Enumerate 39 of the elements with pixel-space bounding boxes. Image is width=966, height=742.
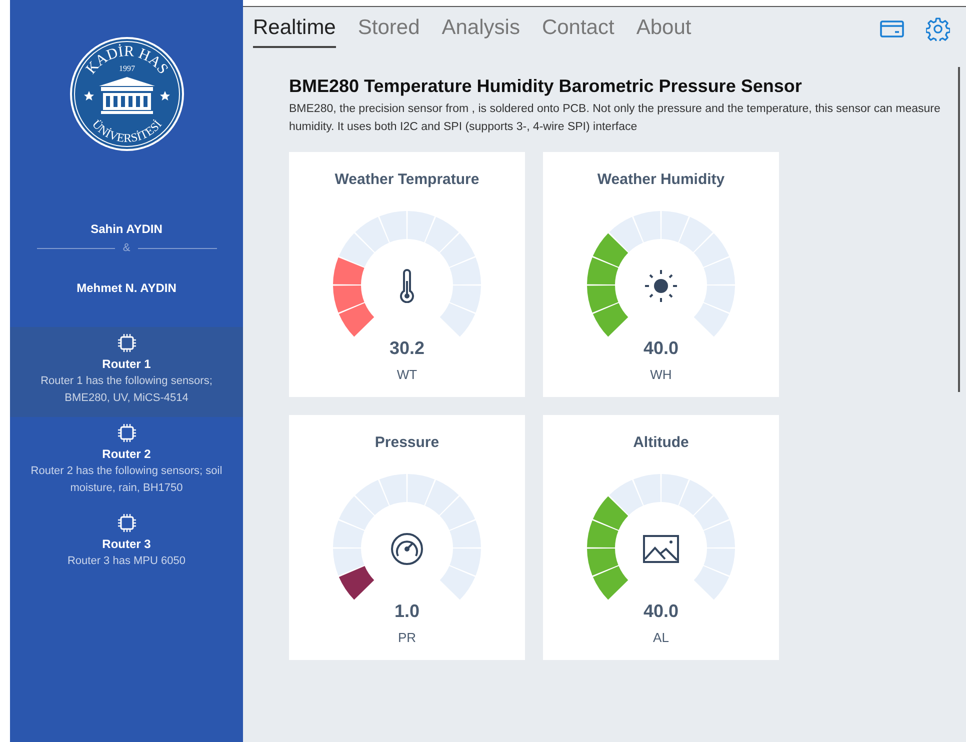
gauge-unit: WH [650, 366, 672, 384]
thermometer-icon [399, 268, 415, 302]
gauge-icon [390, 532, 424, 566]
gauge-title: Pressure [374, 432, 440, 452]
sun-icon [644, 268, 678, 302]
gauge-unit: AL [653, 628, 669, 646]
router-name: Router 3 [102, 536, 151, 552]
gauge-value: 40.0 [643, 336, 679, 360]
gauge-title: Weather Temprature [334, 170, 480, 190]
router-description: Router 2 has the following sensors; soil moisture, rain, BH1750 [30, 464, 224, 496]
chip-icon [116, 332, 136, 352]
ampersand: & [122, 241, 130, 256]
scrollbar[interactable] [958, 67, 960, 392]
gauge-title: Weather Humidity [597, 170, 725, 190]
chip-icon [116, 512, 136, 532]
router-item[interactable]: Router 1 Router 1 has the following sensors; BME280, UV, MiCS-4514 [10, 326, 243, 416]
nav-tab[interactable]: Contact [542, 12, 614, 48]
gauge-title: Altitude [633, 432, 689, 452]
author-name: Sahin AYDIN [90, 221, 162, 238]
router-description: Router 3 has MPU 6050 [66, 554, 186, 568]
router-name: Router 1 [102, 356, 151, 372]
card-icon[interactable] [880, 20, 904, 38]
gauge-unit: PR [398, 628, 416, 646]
gauge-value: 40.0 [643, 600, 679, 622]
sensor-description: BME280, the precision sensor from , is soldered onto PCB. Not only the pressure and the temperature, this sensor can measure humidity. It uses both I2C and SPI (supports 3-, 4-wire SPI) interface [289, 102, 942, 134]
gauge-value: 1.0 [394, 600, 420, 622]
nav-tab[interactable]: Analysis [442, 12, 520, 48]
gauge-value: 30.2 [389, 336, 425, 360]
author-name: Mehmet N. AYDIN [76, 280, 176, 296]
gauge-unit: WT [396, 366, 418, 384]
nav-tab[interactable]: Realtime [253, 12, 336, 48]
nav-tab[interactable]: About [636, 12, 692, 48]
chip-icon [116, 422, 136, 442]
settings-icon[interactable] [926, 17, 950, 41]
nav-tab[interactable]: Stored [358, 12, 420, 48]
image-icon [643, 534, 679, 562]
sensor-title: BME280 Temperature Humidity Barometric Pressure Sensor [289, 75, 803, 98]
router-name: Router 2 [102, 446, 151, 462]
router-description: Router 1 has the following sensors; BME280, UV, MiCS-4514 [40, 374, 214, 406]
